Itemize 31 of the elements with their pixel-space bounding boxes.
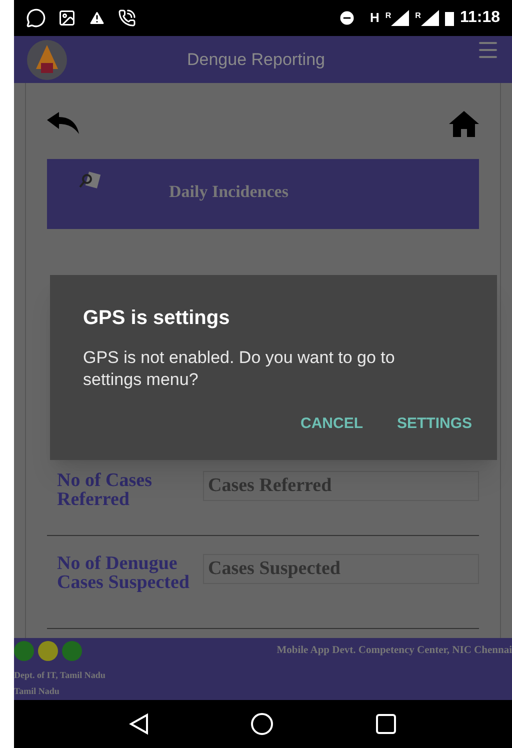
dialog-button[interactable]: CANCEL <box>300 413 363 436</box>
dialog-button[interactable]: SETTINGS <box>396 413 472 436</box>
roaming-label: R <box>415 10 421 22</box>
credit-text: Mobile App Devt. Competency Center, NIC Chennai <box>276 644 512 658</box>
app-title: Dengue Reporting <box>187 48 325 71</box>
banner-title: Daily Incidences <box>169 181 288 203</box>
document-search-icon <box>79 171 101 189</box>
dialog-title: GPS is settings <box>83 306 231 331</box>
chat-icon <box>26 8 46 28</box>
daily-incidences-banner[interactable]: Daily Incidences <box>47 159 479 229</box>
recents-icon[interactable] <box>375 713 398 735</box>
back-arrow-icon[interactable] <box>47 112 81 136</box>
warning-icon <box>88 9 106 27</box>
footer-text: Dept. of IT, Tamil Nadu <box>14 669 106 682</box>
footer-text: Tamil Nadu <box>14 685 60 698</box>
back-icon[interactable] <box>128 713 149 735</box>
signal-icon <box>391 10 410 26</box>
clock-time: 11:18 <box>460 8 500 28</box>
image-icon <box>58 9 76 27</box>
do-not-disturb-icon <box>338 9 356 27</box>
roaming-label: R <box>385 10 392 22</box>
dialog-message: GPS is not enabled. Do you want to go to settings menu? <box>83 347 396 391</box>
home-circle-icon[interactable] <box>250 712 274 736</box>
field-label: No of Cases Referred <box>56 471 153 509</box>
signal-icon <box>420 10 439 26</box>
network-type: H <box>370 9 380 28</box>
field-label: No of Denugue Cases Suspected <box>56 554 190 592</box>
phone-icon <box>118 9 136 27</box>
emblem-icon <box>26 38 68 80</box>
battery-icon <box>444 10 454 26</box>
home-icon[interactable] <box>449 111 479 137</box>
